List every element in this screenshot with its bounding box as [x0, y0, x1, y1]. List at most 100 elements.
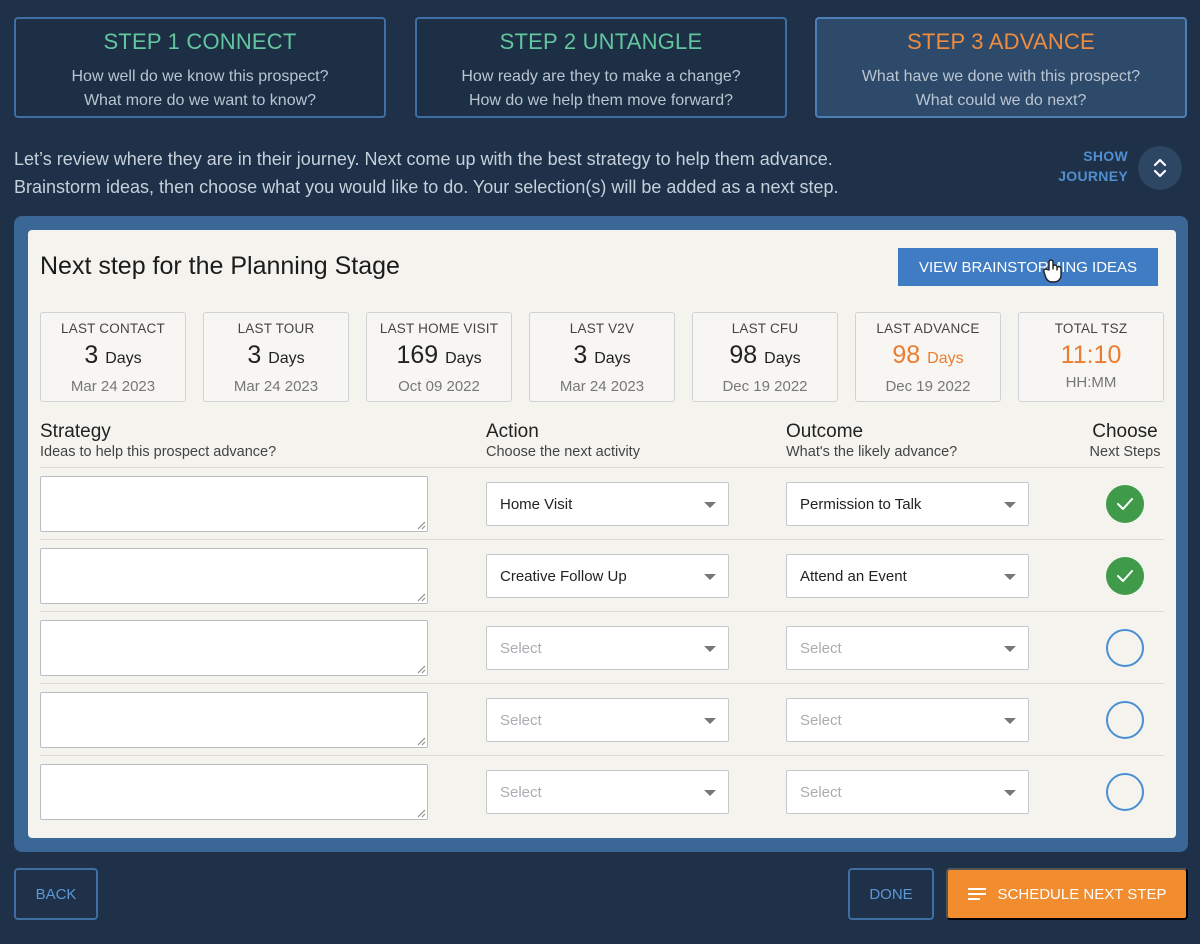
resize-handle-icon[interactable]: [416, 520, 426, 530]
choose-next-step-toggle[interactable]: [1106, 557, 1144, 595]
choose-next-step-toggle[interactable]: [1106, 485, 1144, 523]
stat-last-v2v: LAST V2V 3 Days Mar 24 2023: [529, 312, 675, 402]
stat-number: 98: [729, 341, 758, 369]
stat-label: LAST ADVANCE: [876, 321, 980, 336]
strategy-textarea[interactable]: [40, 620, 428, 676]
show-journey-label: SHOW: [1083, 148, 1128, 164]
step-2-untangle-card[interactable]: STEP 2 UNTANGLE How ready are they to ma…: [415, 17, 787, 118]
stat-unit: Days: [445, 350, 482, 367]
stat-value: 3 Days: [41, 342, 185, 372]
action-select[interactable]: Select: [486, 770, 729, 814]
show-journey-label: JOURNEY: [1058, 168, 1128, 184]
stat-label: LAST HOME VISIT: [379, 321, 499, 336]
stat-date: HH:MM: [1065, 374, 1117, 391]
intro-text: Let’s review where they are in their jou…: [14, 145, 954, 201]
stat-number: 3: [573, 341, 588, 369]
stat-unit: Days: [927, 350, 964, 367]
action-select[interactable]: Creative Follow Up: [486, 554, 729, 598]
strategy-textarea[interactable]: [40, 548, 428, 604]
stat-date: Oct 09 2022: [398, 378, 480, 395]
stat-last-advance: LAST ADVANCE 98 Days Dec 19 2022: [855, 312, 1001, 402]
step-1-connect-card[interactable]: STEP 1 CONNECT How well do we know this …: [14, 17, 386, 118]
outcome-select[interactable]: Attend an Event: [786, 554, 1029, 598]
stat-date: Mar 24 2023: [233, 378, 319, 395]
next-step-panel: Next step for the Planning Stage VIEW BR…: [28, 230, 1176, 838]
resize-handle-icon[interactable]: [416, 736, 426, 746]
stat-unit: Days: [594, 350, 631, 367]
choose-next-step-toggle[interactable]: [1106, 773, 1144, 811]
stat-label: LAST V2V: [569, 321, 635, 336]
stat-value: 11:10: [1019, 342, 1163, 368]
stat-last-home-visit: LAST HOME VISIT 169 Days Oct 09 2022: [366, 312, 512, 402]
column-title: Choose: [1092, 421, 1158, 442]
action-select[interactable]: Select: [486, 698, 729, 742]
caret-down-icon: [1004, 646, 1016, 652]
outcome-select[interactable]: Select: [786, 626, 1029, 670]
stat-number: 11:10: [1060, 341, 1122, 369]
step-question: How ready are they to make a change?: [461, 68, 741, 85]
stat-unit: Days: [105, 350, 142, 367]
stat-last-contact: LAST CONTACT 3 Days Mar 24 2023: [40, 312, 186, 402]
list-icon: [967, 888, 986, 900]
back-button[interactable]: BACK: [14, 868, 98, 920]
step-title: STEP 3 ADVANCE: [907, 29, 1095, 54]
caret-down-icon: [704, 502, 716, 508]
select-value: Permission to Talk: [800, 495, 922, 513]
choose-next-step-toggle[interactable]: [1106, 629, 1144, 667]
intro-line: Brainstorm ideas, then choose what you w…: [14, 177, 839, 197]
stat-label: LAST TOUR: [237, 321, 315, 336]
stat-label: LAST CFU: [731, 321, 799, 336]
action-select[interactable]: Home Visit: [486, 482, 729, 526]
done-button[interactable]: DONE: [848, 868, 934, 920]
stat-last-tour: LAST TOUR 3 Days Mar 24 2023: [203, 312, 349, 402]
action-select[interactable]: Select: [486, 626, 729, 670]
select-value: Creative Follow Up: [500, 567, 627, 585]
outcome-select[interactable]: Select: [786, 770, 1029, 814]
stat-date: Mar 24 2023: [559, 378, 645, 395]
schedule-label: SCHEDULE NEXT STEP: [997, 885, 1167, 903]
stat-number: 3: [247, 341, 262, 369]
row-divider: [40, 539, 1164, 540]
outcome-select[interactable]: Select: [786, 698, 1029, 742]
journey-toggle-button[interactable]: [1138, 146, 1182, 190]
select-value: Select: [500, 639, 542, 657]
stat-date: Dec 19 2022: [722, 378, 808, 395]
select-value: Home Visit: [500, 495, 573, 513]
show-journey-link[interactable]: SHOW JOURNEY: [1052, 146, 1128, 186]
strategy-textarea[interactable]: [40, 764, 428, 820]
stat-value: 98 Days: [856, 342, 1000, 372]
strategy-textarea[interactable]: [40, 692, 428, 748]
chevron-up-down-icon: [1153, 158, 1167, 178]
column-title: Outcome: [786, 421, 864, 442]
column-title: Action: [486, 421, 539, 442]
select-value: Attend an Event: [800, 567, 907, 585]
resize-handle-icon[interactable]: [416, 592, 426, 602]
select-value: Select: [500, 783, 542, 801]
resize-handle-icon[interactable]: [416, 664, 426, 674]
column-subtitle: Ideas to help this prospect advance?: [40, 444, 277, 460]
strategy-column-header: Strategy Ideas to help this prospect adv…: [40, 422, 276, 462]
stat-unit: Days: [268, 350, 305, 367]
step-title: STEP 2 UNTANGLE: [499, 29, 703, 54]
row-divider: [40, 467, 1164, 468]
choose-column-header: Choose Next Steps: [1084, 422, 1166, 462]
resize-handle-icon[interactable]: [416, 808, 426, 818]
strategy-textarea[interactable]: [40, 476, 428, 532]
column-title: Strategy: [40, 421, 111, 442]
choose-next-step-toggle[interactable]: [1106, 701, 1144, 739]
schedule-next-step-button[interactable]: SCHEDULE NEXT STEP: [946, 868, 1188, 920]
step-3-advance-card[interactable]: STEP 3 ADVANCE What have we done with th…: [815, 17, 1187, 118]
stat-unit: Days: [764, 350, 801, 367]
stat-number: 98: [892, 341, 921, 369]
stat-value: 3 Days: [530, 342, 674, 372]
panel-title: Next step for the Planning Stage: [40, 252, 400, 280]
caret-down-icon: [1004, 502, 1016, 508]
checkmark-icon: [1117, 498, 1133, 510]
step-tabs: STEP 1 CONNECT How well do we know this …: [14, 17, 1188, 118]
step-question: How do we help them move forward?: [468, 92, 734, 109]
action-column-header: Action Choose the next activity: [486, 422, 640, 462]
stat-value: 3 Days: [204, 342, 348, 372]
intro-line: Let’s review where they are in their jou…: [14, 149, 833, 169]
outcome-select[interactable]: Permission to Talk: [786, 482, 1029, 526]
view-brainstorming-ideas-button[interactable]: VIEW BRAINSTORMING IDEAS: [898, 248, 1158, 286]
